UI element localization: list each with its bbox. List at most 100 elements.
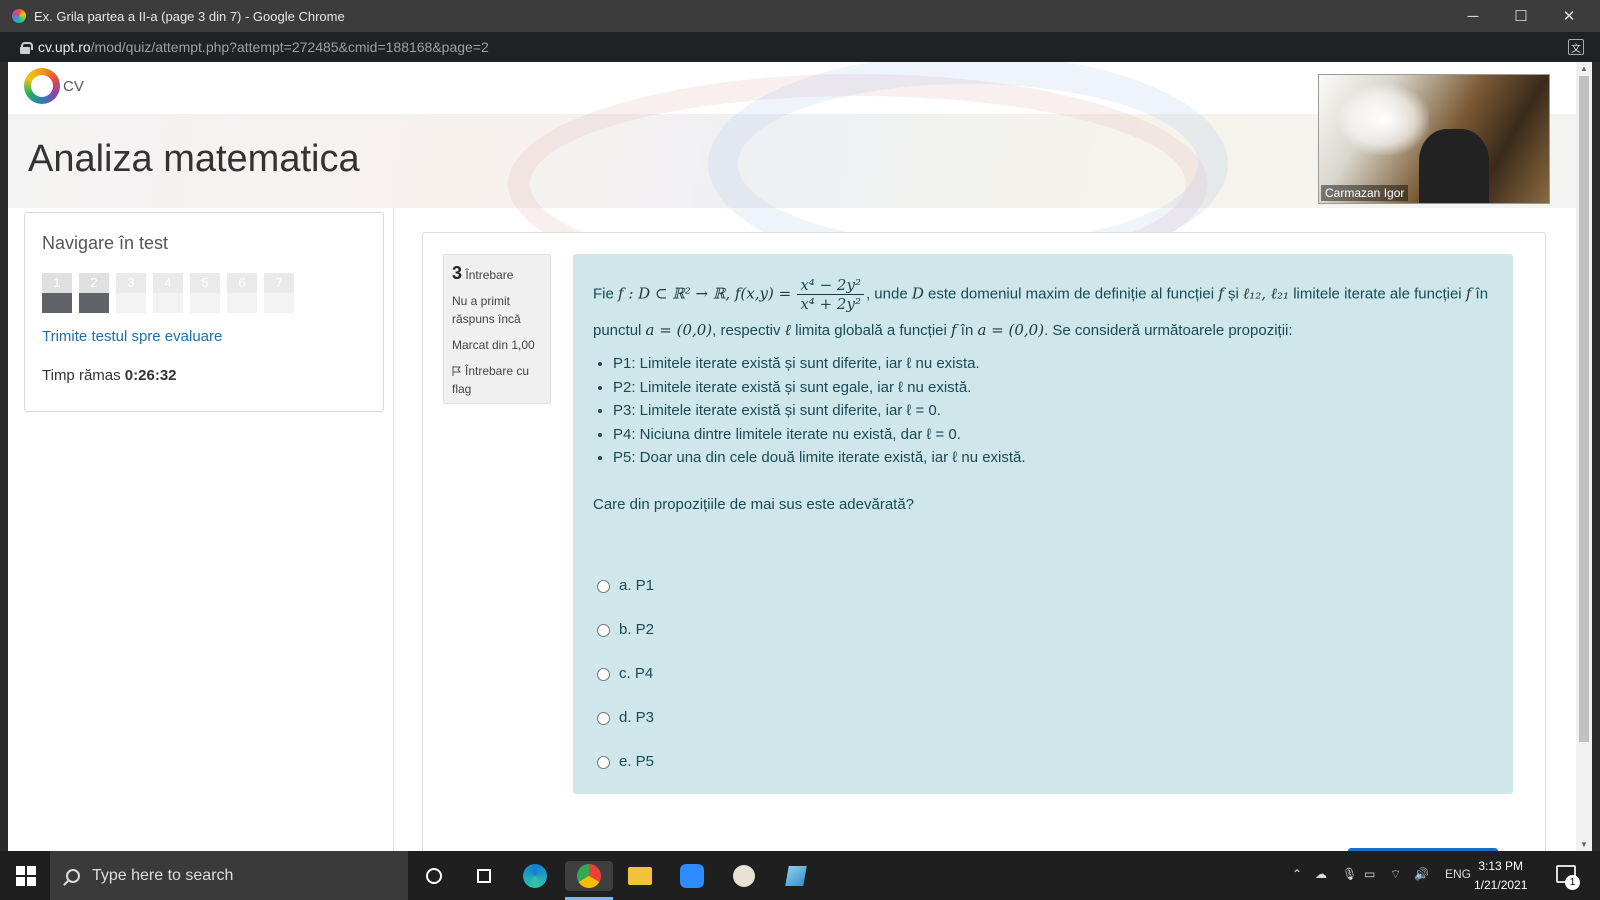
maximize-button[interactable]: ☐	[1498, 0, 1544, 32]
math-domain: D	[911, 284, 924, 303]
question-number: 5	[190, 273, 220, 293]
question-info: 3 Întrebare Nu a primit răspuns încă Mar…	[443, 254, 551, 404]
question-status: Nu a primit răspuns încă	[452, 294, 521, 326]
submit-attempt-link[interactable]: Trimite testul spre evaluare	[42, 328, 222, 345]
statement-text: și	[1227, 285, 1239, 303]
question-marks: Marcat din 1,00	[452, 338, 535, 352]
answered-indicator	[227, 293, 257, 313]
paint-icon[interactable]	[729, 861, 759, 891]
fraction-numerator: x⁴ − 2y²	[797, 276, 864, 295]
math-fraction: x⁴ − 2y² x⁴ + 2y²	[797, 276, 864, 313]
question-button-7[interactable]: 7	[264, 273, 294, 313]
page-viewport: CV Analiza matematica Carmazan Igor Navi…	[8, 62, 1576, 851]
windows-taskbar: Type here to search ⌃ ☁ 🎙 ▭ ⌔ 🔊 ENG 3:13…	[0, 851, 1600, 900]
video-call-preview[interactable]: Carmazan Igor	[1318, 74, 1550, 204]
answer-label[interactable]: b. P2	[619, 613, 654, 647]
onedrive-icon[interactable]: ☁	[1315, 867, 1327, 881]
scroll-up-arrow-icon[interactable]: ▲	[1579, 64, 1589, 73]
radio-button[interactable]	[597, 711, 610, 725]
answer-option-e[interactable]: e. P5	[597, 740, 654, 784]
time-remaining-label: Timp rămas	[42, 367, 121, 384]
question-number: 7	[264, 273, 294, 293]
question-button-6[interactable]: 6	[227, 273, 257, 313]
site-logo-text[interactable]: CV	[63, 78, 84, 95]
wifi-icon[interactable]: ⌔	[1390, 867, 1401, 882]
url-path[interactable]: /mod/quiz/attempt.php?attempt=272485&cmi…	[91, 39, 489, 55]
question-card: 3 Întrebare Nu a primit răspuns încă Mar…	[422, 232, 1546, 851]
question-prompt: Care din propozițiile de mai sus este ad…	[593, 495, 915, 513]
math-f: f	[951, 321, 957, 339]
minimize-button[interactable]: ─	[1450, 0, 1496, 32]
radio-button[interactable]	[597, 755, 610, 769]
microphone-icon[interactable]: 🎙	[1342, 867, 1357, 881]
radio-button[interactable]	[597, 579, 610, 593]
zoom-icon[interactable]	[677, 861, 707, 891]
question-button-2[interactable]: 2	[79, 273, 109, 313]
question-number: 3	[116, 273, 146, 293]
answer-label[interactable]: e. P5	[619, 745, 654, 779]
video-lamp	[1339, 85, 1429, 155]
question-button-1[interactable]: 1	[42, 273, 72, 313]
scrollbar-thumb[interactable]	[1579, 76, 1589, 742]
video-person	[1419, 129, 1489, 203]
question-statement: Fie f : D ⊂ ℝ² → ℝ, f(x,y) = x⁴ − 2y² x⁴ …	[593, 276, 1493, 348]
window-title: Ex. Grila partea a II-a (page 3 din 7) -…	[34, 8, 345, 24]
taskbar-clock[interactable]: 3:13 PM 1/21/2021	[1474, 857, 1527, 895]
search-placeholder[interactable]: Type here to search	[92, 867, 233, 885]
math-global-limit: ℓ	[784, 321, 791, 339]
math-iterated-limits: ℓ₁₂, ℓ₂₁	[1242, 284, 1290, 303]
battery-icon[interactable]: ▭	[1364, 867, 1375, 881]
question-button-4[interactable]: 4	[153, 273, 183, 313]
math-function-definition: f : D ⊂ ℝ² → ℝ, f(x,y) =	[618, 284, 792, 303]
answer-label[interactable]: c. P4	[619, 657, 653, 691]
task-view-icon[interactable]	[469, 861, 499, 891]
question-number: 3	[452, 263, 463, 283]
taskbar-search-box[interactable]: Type here to search	[50, 851, 408, 900]
answer-option-c[interactable]: c. P4	[597, 652, 654, 696]
question-number: 2	[79, 273, 109, 293]
fraction-denominator: x⁴ + 2y²	[800, 295, 861, 313]
proposition-item: P1: Limitele iterate există și sunt dife…	[613, 352, 1493, 376]
language-indicator[interactable]: ENG	[1445, 867, 1471, 881]
site-logo-icon[interactable]	[24, 68, 60, 104]
proposition-item: P3: Limitele iterate există și sunt dife…	[613, 399, 1493, 423]
show-hidden-icons-icon[interactable]: ⌃	[1292, 867, 1302, 881]
question-number: 4	[153, 273, 183, 293]
answer-options: a. P1 b. P2 c. P4 d. P3 e. P5	[597, 564, 654, 784]
quiz-navigation-block: Navigare în test 1 2 3 4 5 6 7 Trimite t…	[24, 212, 384, 412]
question-button-3[interactable]: 3	[116, 273, 146, 313]
statement-text: , respectiv	[712, 322, 781, 339]
answer-option-b[interactable]: b. P2	[597, 608, 654, 652]
chrome-icon[interactable]	[565, 861, 613, 891]
flag-question-label: Întrebare cu flag	[452, 364, 530, 396]
radio-button[interactable]	[597, 623, 610, 637]
answer-label[interactable]: a. P1	[619, 569, 654, 603]
address-bar[interactable]: cv.upt.ro /mod/quiz/attempt.php?attempt=…	[0, 32, 1600, 62]
scroll-down-arrow-icon[interactable]: ▼	[1579, 840, 1589, 849]
radio-button[interactable]	[597, 667, 610, 681]
file-explorer-icon[interactable]	[625, 861, 655, 891]
time-remaining-value: 0:26:32	[124, 367, 177, 384]
question-word: Întrebare	[465, 268, 514, 282]
url-host[interactable]: cv.upt.ro	[38, 39, 91, 55]
translate-icon[interactable]: 文	[1568, 39, 1584, 55]
volume-icon[interactable]: 🔊	[1414, 867, 1429, 881]
question-button-5[interactable]: 5	[190, 273, 220, 313]
edge-icon[interactable]	[520, 861, 550, 891]
statement-text: limita globală a funcției	[795, 322, 947, 339]
math-point: a = (0,0)	[977, 321, 1045, 339]
answer-label[interactable]: d. P3	[619, 701, 654, 735]
cortana-icon[interactable]	[419, 861, 449, 891]
answer-option-d[interactable]: d. P3	[597, 696, 654, 740]
page-scrollbar[interactable]: ▲ ▼	[1576, 62, 1592, 851]
notes-app-icon[interactable]	[781, 861, 811, 891]
answered-indicator	[264, 293, 294, 313]
close-window-button[interactable]: ✕	[1546, 0, 1592, 32]
flag-question-toggle[interactable]: Întrebare cu flag	[452, 362, 542, 398]
question-text-panel: Fie f : D ⊂ ℝ² → ℝ, f(x,y) = x⁴ − 2y² x⁴ …	[573, 254, 1513, 794]
page-title: Analiza matematica	[28, 138, 360, 180]
browser-title-bar: Ex. Grila partea a II-a (page 3 din 7) -…	[0, 0, 1600, 32]
answer-option-a[interactable]: a. P1	[597, 564, 654, 608]
answered-indicator	[42, 293, 72, 313]
windows-start-icon[interactable]	[16, 866, 36, 886]
